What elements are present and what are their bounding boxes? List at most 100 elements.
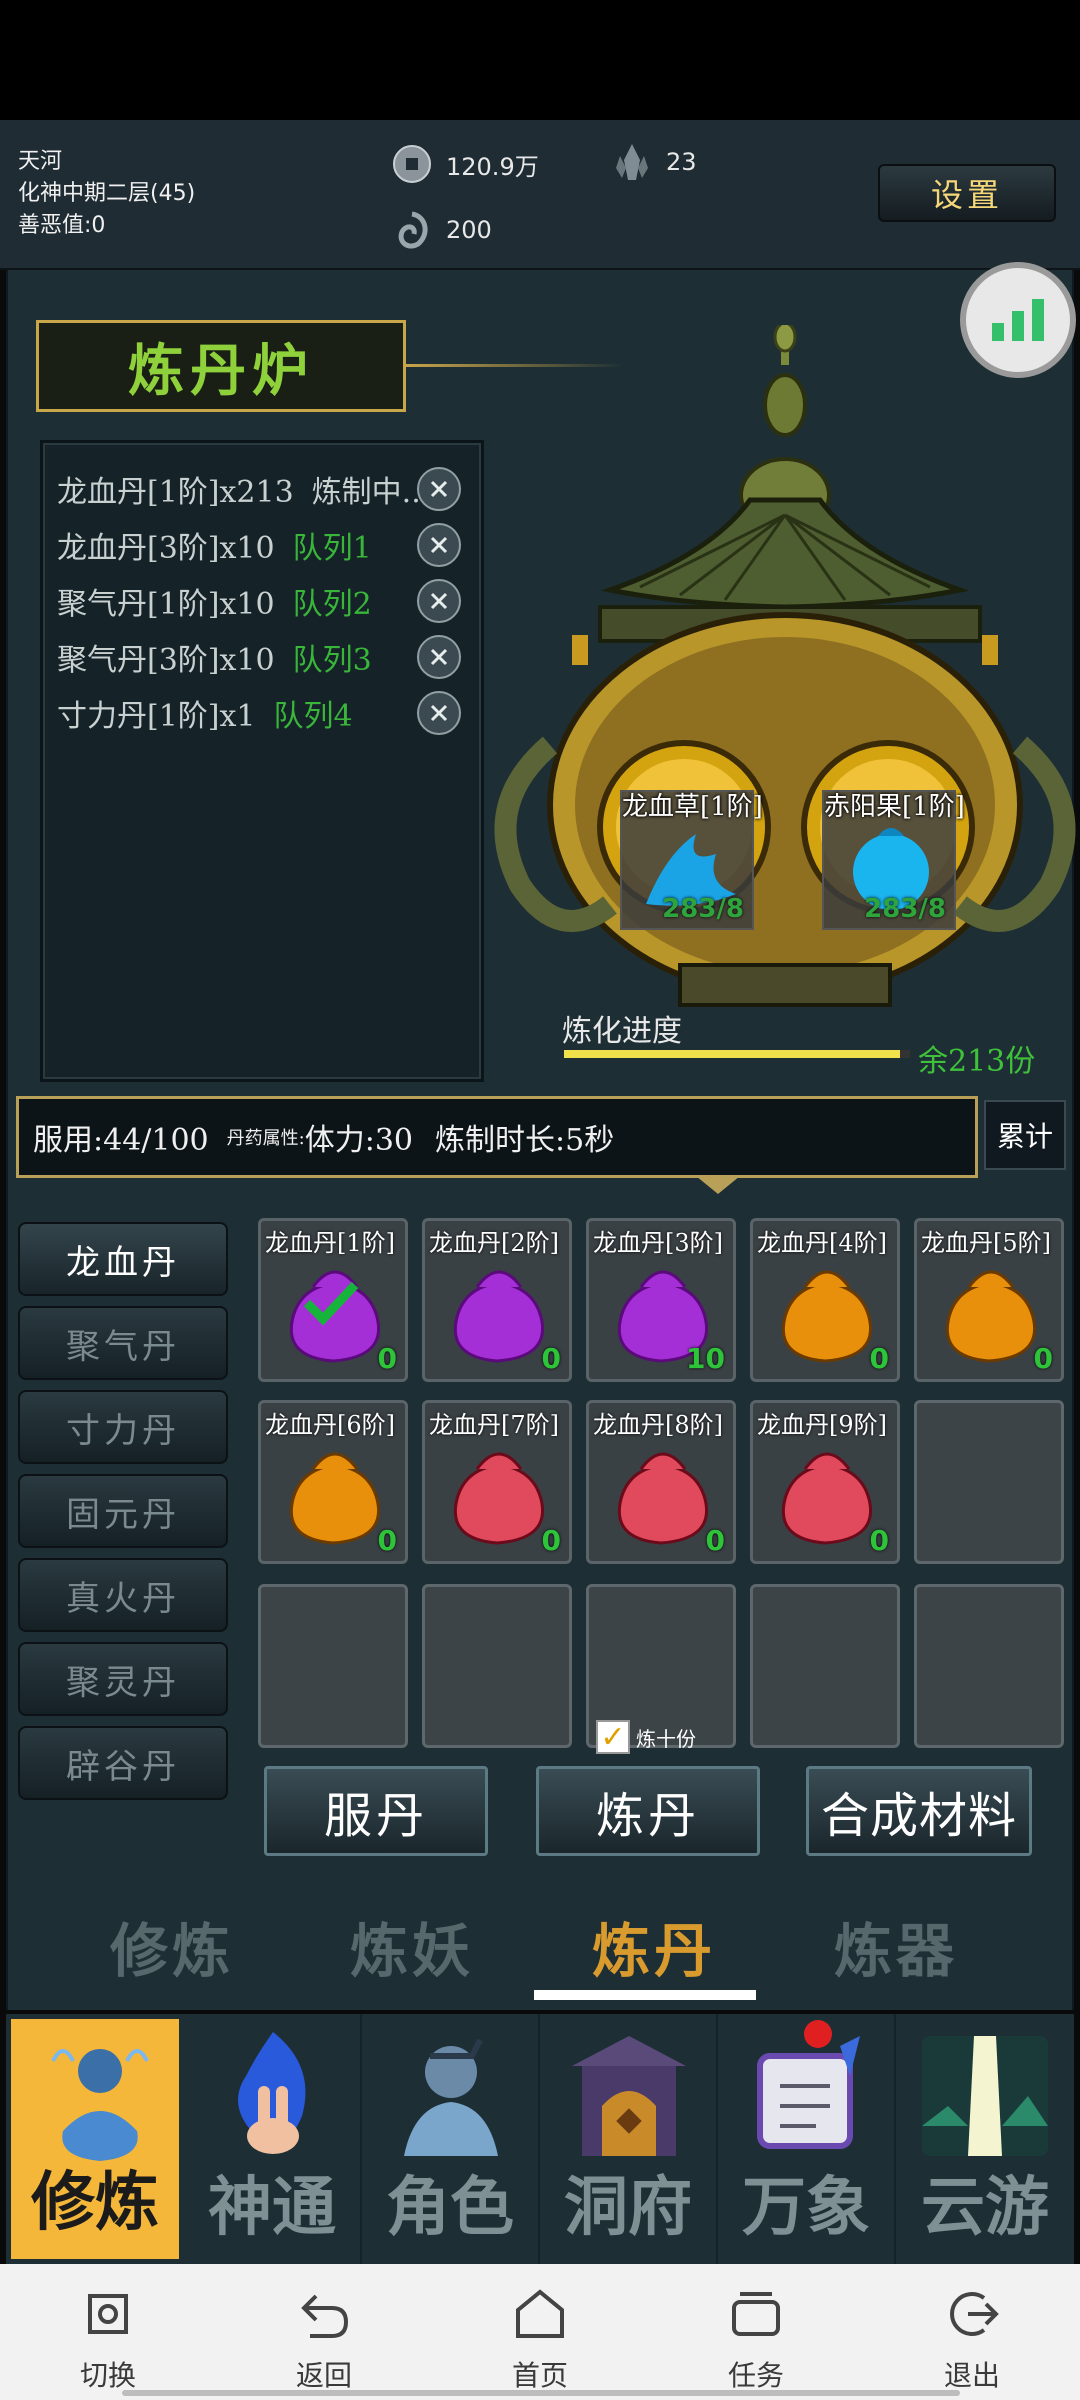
- cancel-queue-button[interactable]: [417, 691, 461, 735]
- nav-myriad[interactable]: 万象: [718, 2014, 896, 2264]
- category-tab[interactable]: 寸力丹: [18, 1390, 228, 1464]
- ingredient-slot[interactable]: 赤阳果[1阶] 283/8: [822, 790, 965, 930]
- sys-tasks-button[interactable]: 任务: [648, 2264, 864, 2400]
- sys-label: 返回: [295, 2359, 352, 2392]
- category-tab[interactable]: 聚灵丹: [18, 1642, 228, 1716]
- queue-status: 炼制中...: [311, 475, 431, 510]
- alchemy-cauldron-icon: [494, 325, 1076, 1007]
- crystal-icon: [616, 144, 648, 180]
- cancel-queue-button[interactable]: [417, 467, 461, 511]
- crystal-value: 23: [666, 148, 697, 176]
- tab-cultivate[interactable]: 修炼: [110, 1904, 234, 1988]
- take-pill-button[interactable]: 服丹: [264, 1766, 488, 1856]
- furnace-title: 炼丹炉: [128, 337, 314, 404]
- sys-label: 任务: [727, 2359, 784, 2392]
- cancel-queue-button[interactable]: [417, 523, 461, 567]
- empty-pill-cell: [750, 1584, 900, 1748]
- system-nav-bar: 切换 返回 首页 任务 退出: [0, 2264, 1080, 2400]
- queue-item: 聚气丹[1阶]x10: [57, 587, 275, 622]
- tab-forge[interactable]: 炼器: [834, 1904, 958, 1988]
- pill-cell[interactable]: 龙血丹[2阶] 0: [422, 1218, 572, 1382]
- nav-cultivate[interactable]: 修炼: [6, 2014, 184, 2264]
- pill-cell[interactable]: 龙血丹[6阶] 0: [258, 1400, 408, 1564]
- synthesize-button[interactable]: 合成材料: [806, 1766, 1032, 1856]
- pill-count: 0: [377, 1342, 397, 1375]
- pill-cell[interactable]: 龙血丹[9阶] 0: [750, 1400, 900, 1564]
- queue-row: 寸力丹[1阶]x1 队列4: [57, 689, 353, 737]
- category-tab[interactable]: 固元丹: [18, 1474, 228, 1548]
- queue-item: 龙血丹[3阶]x10: [57, 531, 275, 566]
- sys-exit-button[interactable]: 退出: [864, 2264, 1080, 2400]
- nav-cave[interactable]: 洞府: [540, 2014, 718, 2264]
- progress-remaining: 余213份: [918, 1044, 1036, 1079]
- spirit-swirl-icon: [398, 211, 428, 249]
- pill-cell[interactable]: 龙血丹[3阶] 10: [586, 1218, 736, 1382]
- tab-refine-demon[interactable]: 炼妖: [350, 1904, 474, 1988]
- coin-counter: 120.9万: [392, 144, 539, 184]
- tab-alchemy[interactable]: 炼丹: [592, 1904, 716, 1988]
- category-tab[interactable]: 聚气丹: [18, 1306, 228, 1380]
- scroll-quill-icon: [757, 2036, 860, 2149]
- ingredient-name: 龙血草[1阶]: [622, 792, 763, 822]
- close-icon: [430, 592, 448, 610]
- queue-item: 聚气丹[3阶]x10: [57, 643, 275, 678]
- ingredient-slot[interactable]: 龙血草[1阶] 283/8: [620, 790, 763, 930]
- category-tab[interactable]: 辟谷丹: [18, 1726, 228, 1800]
- pill-cell[interactable]: 龙血丹[4阶] 0: [750, 1218, 900, 1382]
- sys-label: 切换: [79, 2359, 136, 2392]
- pill-cell[interactable]: 龙血丹[5阶] 0: [914, 1218, 1064, 1382]
- nav-label: 修炼: [31, 2165, 159, 2240]
- exit-icon: [950, 2292, 999, 2336]
- category-tab[interactable]: 真火丹: [18, 1558, 228, 1632]
- pill-cell[interactable]: 龙血丹[8阶] 0: [586, 1400, 736, 1564]
- ingredient-name: 赤阳果[1阶]: [824, 792, 965, 822]
- sys-switch-button[interactable]: 切换: [0, 2264, 216, 2400]
- pill-name: 龙血丹[1阶]: [265, 1229, 395, 1257]
- nav-abilities[interactable]: 神通: [184, 2014, 362, 2264]
- queue-row: 龙血丹[1阶]x213 炼制中...: [57, 465, 430, 513]
- nav-character[interactable]: 角色: [362, 2014, 540, 2264]
- warrior-bust-icon: [404, 2038, 498, 2156]
- sys-label: 退出: [943, 2359, 1000, 2392]
- queue-row: 聚气丹[3阶]x10 队列3: [57, 633, 372, 681]
- cancel-queue-button[interactable]: [417, 635, 461, 679]
- sys-label: 首页: [511, 2359, 568, 2392]
- queue-status: 队列4: [273, 699, 353, 734]
- top-header: 天河 化神中期二层(45) 善恶值:0 120.9万 23 200 设置: [0, 120, 1080, 270]
- category-tab[interactable]: 龙血丹: [18, 1222, 228, 1296]
- switch-icon: [88, 2294, 128, 2334]
- refine-ten-label: 炼十份: [636, 1726, 696, 1751]
- back-arrow-icon: [301, 2294, 349, 2338]
- nav-travel[interactable]: 云游: [896, 2014, 1074, 2264]
- checkmark-icon: [303, 1281, 359, 1326]
- status-bar: [0, 0, 1080, 120]
- refine-queue-panel: 龙血丹[1阶]x213 炼制中... 龙血丹[3阶]x10 队列1 聚气丹[1阶…: [40, 440, 484, 1082]
- pill-cell[interactable]: 龙血丹[7阶] 0: [422, 1400, 572, 1564]
- pill-count: 0: [377, 1524, 397, 1557]
- close-icon: [430, 536, 448, 554]
- game-bottom-nav: 修炼 神通 角色 洞府 万象 云游: [6, 2014, 1074, 2264]
- cumulative-button[interactable]: 累计: [984, 1100, 1066, 1170]
- refine-ten-checkbox[interactable]: ✓ 炼十份: [596, 1720, 696, 1755]
- ingredient-count: 283/8: [662, 894, 744, 924]
- cave-gate-icon: [572, 2036, 686, 2156]
- dose-count: 服用:44/100: [33, 1123, 209, 1158]
- pill-count: 10: [686, 1342, 725, 1375]
- spirit-counter: 200: [392, 210, 492, 250]
- pill-cell[interactable]: 龙血丹[1阶] 0: [258, 1218, 408, 1382]
- sys-home-button[interactable]: 首页: [432, 2264, 648, 2400]
- refine-duration: 炼制时长:5秒: [435, 1123, 615, 1158]
- pill-name: 龙血丹[7阶]: [429, 1411, 559, 1439]
- pill-name: 龙血丹[8阶]: [593, 1411, 723, 1439]
- cancel-queue-button[interactable]: [417, 579, 461, 623]
- refine-button[interactable]: 炼丹: [536, 1766, 760, 1856]
- pill-name: 龙血丹[5阶]: [921, 1229, 1051, 1257]
- furnace-title-banner: 炼丹炉: [36, 320, 406, 412]
- sys-back-button[interactable]: 返回: [216, 2264, 432, 2400]
- empty-pill-cell: [258, 1584, 408, 1748]
- gesture-handle: [122, 2390, 960, 2396]
- active-tab-indicator: [534, 1990, 756, 2000]
- settings-button[interactable]: 设置: [878, 164, 1056, 222]
- empty-pill-cell: [422, 1584, 572, 1748]
- pill-name: 龙血丹[9阶]: [757, 1411, 887, 1439]
